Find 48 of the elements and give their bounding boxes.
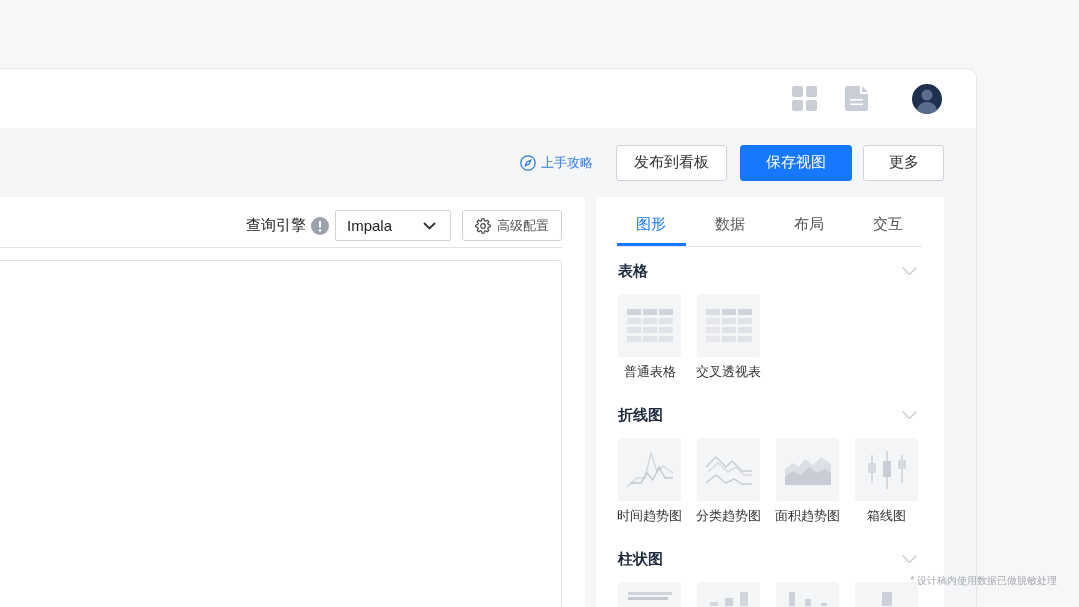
chart-type-tile[interactable] [776, 438, 839, 501]
grid-icon[interactable] [792, 86, 817, 111]
bar-chart-icon [709, 592, 748, 606]
panel-tab[interactable]: 数据 [695, 197, 765, 246]
panel-tab[interactable]: 图形 [617, 197, 686, 246]
chart-type-tile[interactable] [855, 438, 918, 501]
chart-type-label: 面积趋势图 [775, 507, 840, 525]
avatar-icon[interactable] [912, 83, 942, 114]
horizontal-bars-icon [627, 592, 672, 600]
advanced-config-button[interactable]: 高级配置 [462, 210, 562, 241]
section-title: 折线图 [618, 405, 663, 425]
chevron-down-icon [423, 221, 436, 230]
chart-type-label: 箱线图 [867, 507, 906, 525]
bar-chart-icon [788, 592, 827, 606]
chart-type-label: 交叉透视表 [696, 363, 761, 381]
section-title: 柱状图 [618, 549, 663, 569]
toolbar-button[interactable]: 发布到看板 [616, 144, 727, 181]
section-title: 表格 [618, 261, 648, 281]
line-chart-icon [626, 451, 673, 488]
area-chart-icon [784, 454, 831, 485]
single-bar-icon [881, 592, 892, 606]
zigzag-lines-icon [705, 454, 752, 485]
panel-tab[interactable]: 布局 [774, 197, 844, 246]
panel-tab[interactable]: 交互 [853, 197, 922, 246]
compass-icon [520, 154, 536, 171]
chart-type-tile[interactable] [697, 294, 760, 357]
box-plot-icon [866, 450, 907, 489]
chevron-down-icon[interactable] [902, 267, 917, 275]
chart-type-tile[interactable] [618, 294, 681, 357]
chart-type-tile[interactable] [618, 438, 681, 501]
save-button[interactable]: 保存视图 [740, 144, 852, 181]
engine-label: 查询引擎 [246, 216, 306, 235]
pivot-grid-icon [705, 309, 752, 342]
chart-type-tile[interactable] [697, 438, 760, 501]
table-grid-icon [626, 309, 673, 342]
guide-link[interactable]: 上手攻略 [520, 153, 593, 172]
info-icon[interactable] [311, 216, 329, 235]
footnote-text: * 设计稿内使用数据已做脱敏处理 [910, 574, 1057, 588]
engine-select[interactable]: Impala [335, 210, 451, 241]
chart-type-label: 普通表格 [623, 363, 676, 381]
chevron-down-icon[interactable] [902, 411, 917, 419]
chart-type-label: 分类趋势图 [696, 507, 761, 525]
query-editor-field[interactable] [0, 260, 562, 607]
gear-icon [475, 217, 491, 234]
chevron-down-icon[interactable] [902, 555, 917, 563]
document-icon[interactable] [845, 86, 868, 111]
toolbar-button[interactable]: 更多 [863, 144, 944, 181]
chart-type-label: 时间趋势图 [617, 507, 682, 525]
